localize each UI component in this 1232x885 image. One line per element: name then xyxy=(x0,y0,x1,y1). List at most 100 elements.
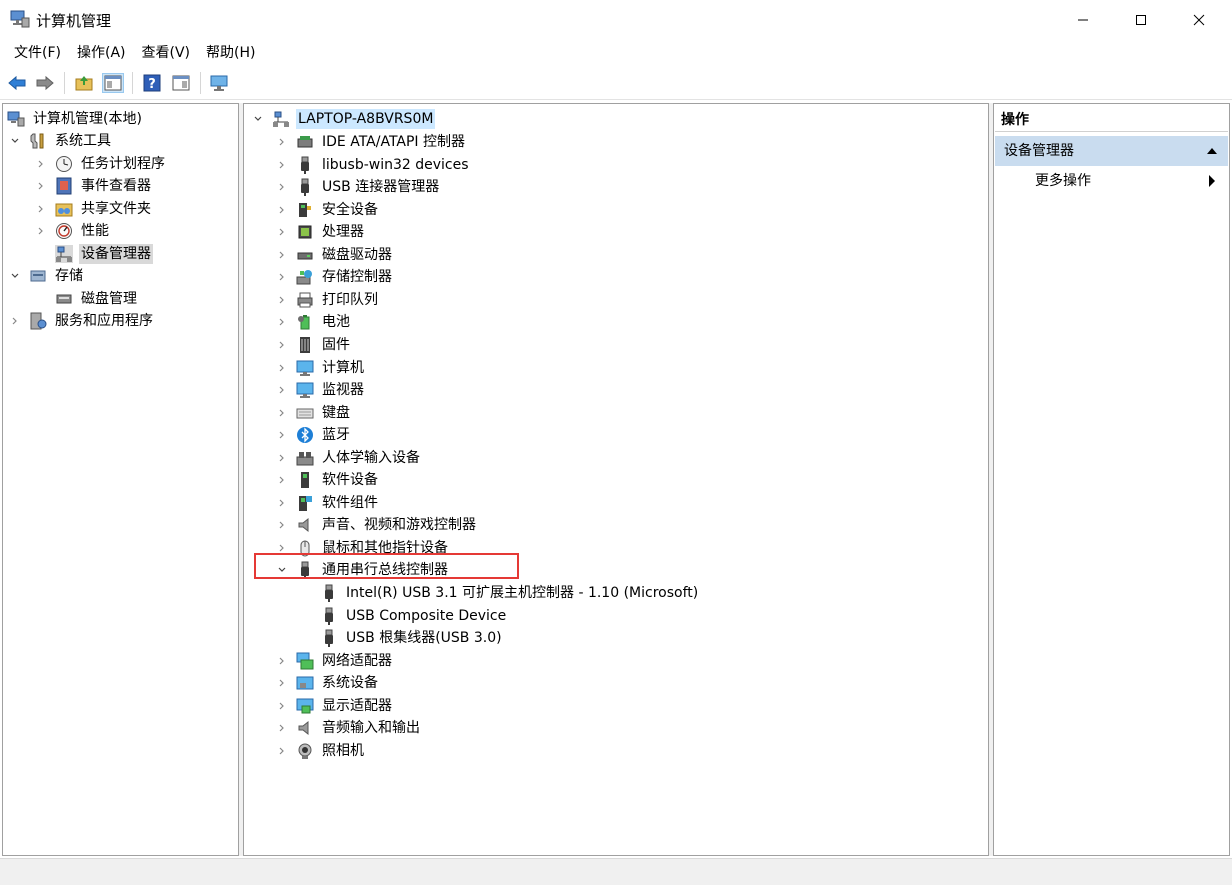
device-category[interactable]: IDE ATA/ATAPI 控制器 xyxy=(276,131,467,153)
chevron-right-icon[interactable] xyxy=(35,158,47,170)
device-category[interactable]: USB 连接器管理器 xyxy=(276,176,441,198)
device-category[interactable]: 打印队列 xyxy=(276,289,380,311)
device-category-label: 固件 xyxy=(322,337,350,353)
device-category[interactable]: 声音、视频和游戏控制器 xyxy=(276,514,478,536)
computer-view-icon[interactable] xyxy=(208,73,230,93)
chevron-right-icon[interactable] xyxy=(276,362,288,374)
device-category[interactable]: 固件 xyxy=(276,334,352,356)
chevron-right-icon[interactable] xyxy=(35,203,47,215)
device-category[interactable]: 电池 xyxy=(276,311,352,333)
chevron-down-icon[interactable] xyxy=(9,270,21,282)
more-actions-item[interactable]: 更多操作 xyxy=(995,168,1228,194)
device-category[interactable]: 键盘 xyxy=(276,402,352,424)
tree-item-shared-folders[interactable]: 共享文件夹 xyxy=(35,198,153,220)
show-hide-tree-icon[interactable] xyxy=(102,73,124,93)
maximize-button[interactable] xyxy=(1118,0,1164,40)
close-button[interactable] xyxy=(1176,0,1222,40)
device-category[interactable]: 蓝牙 xyxy=(276,424,352,446)
ide-controller-icon xyxy=(296,133,314,151)
device-category[interactable]: 软件组件 xyxy=(276,492,380,514)
menu-file[interactable]: 文件(F) xyxy=(6,40,69,66)
device-category[interactable]: libusb-win32 devices xyxy=(276,154,471,176)
chevron-right-icon[interactable] xyxy=(276,204,288,216)
device-item[interactable]: USB 根集线器(USB 3.0) xyxy=(320,627,504,649)
chevron-right-icon[interactable] xyxy=(276,339,288,351)
device-category-label: 安全设备 xyxy=(322,202,378,218)
chevron-right-icon[interactable] xyxy=(276,271,288,283)
tree-item-event-viewer[interactable]: 事件查看器 xyxy=(35,175,153,197)
chevron-right-icon[interactable] xyxy=(276,722,288,734)
chevron-right-icon[interactable] xyxy=(276,700,288,712)
tree-item-services-apps[interactable]: 服务和应用程序 xyxy=(9,310,155,332)
chevron-right-icon[interactable] xyxy=(276,159,288,171)
chevron-right-icon[interactable] xyxy=(276,249,288,261)
camera-icon xyxy=(296,742,314,760)
tree-item-system-tools[interactable]: 系统工具 xyxy=(9,130,113,152)
menu-view[interactable]: 查看(V) xyxy=(134,40,199,66)
chevron-right-icon[interactable] xyxy=(35,180,47,192)
chevron-right-icon[interactable] xyxy=(276,519,288,531)
chevron-right-icon[interactable] xyxy=(276,474,288,486)
minimize-button[interactable] xyxy=(1060,0,1106,40)
up-folder-icon[interactable] xyxy=(73,73,95,93)
tree-item-device-manager[interactable]: 设备管理器 xyxy=(35,243,153,265)
chevron-right-icon[interactable] xyxy=(276,226,288,238)
device-category[interactable]: 处理器 xyxy=(276,221,366,243)
console-tree-pane[interactable]: 计算机管理(本地) 系统工具 任务计划程序 事件查看器 共享文件夹 性能 设备管… xyxy=(2,103,239,856)
chevron-right-icon[interactable] xyxy=(276,497,288,509)
tree-item-label: 存储 xyxy=(55,268,83,284)
tree-item-task-scheduler[interactable]: 任务计划程序 xyxy=(35,153,167,175)
highlight-box xyxy=(254,553,519,579)
device-category[interactable]: 磁盘驱动器 xyxy=(276,244,394,266)
device-category[interactable]: 网络适配器 xyxy=(276,650,394,672)
tree-item-computer-management[interactable]: 计算机管理(本地) xyxy=(7,108,144,130)
device-category[interactable]: 音频输入和输出 xyxy=(276,717,422,739)
device-tree-pane[interactable]: LAPTOP-A8BVRS0M IDE ATA/ATAPI 控制器 libusb-… xyxy=(243,103,989,856)
menu-action[interactable]: 操作(A) xyxy=(69,40,134,66)
usb-plug-icon xyxy=(296,178,314,196)
device-category-label: 人体学输入设备 xyxy=(322,450,420,466)
device-category[interactable]: 安全设备 xyxy=(276,199,380,221)
chevron-right-icon[interactable] xyxy=(276,429,288,441)
menu-help[interactable]: 帮助(H) xyxy=(198,40,263,66)
device-category[interactable]: 计算机 xyxy=(276,357,366,379)
chevron-right-icon[interactable] xyxy=(276,655,288,667)
chevron-right-icon[interactable] xyxy=(276,677,288,689)
chevron-right-icon[interactable] xyxy=(276,384,288,396)
device-category[interactable]: 显示适配器 xyxy=(276,695,394,717)
chevron-right-icon[interactable] xyxy=(276,294,288,306)
device-category-label: 显示适配器 xyxy=(322,698,392,714)
actions-section-device-manager[interactable]: 设备管理器 xyxy=(995,136,1228,166)
device-category[interactable]: 存储控制器 xyxy=(276,266,394,288)
chevron-right-icon[interactable] xyxy=(276,407,288,419)
device-item[interactable]: Intel(R) USB 3.1 可扩展主机控制器 - 1.10 (Micros… xyxy=(320,582,700,604)
tree-item-performance[interactable]: 性能 xyxy=(35,220,111,242)
tree-item-disk-management[interactable]: 磁盘管理 xyxy=(35,288,139,310)
device-category-label: 系统设备 xyxy=(322,675,378,691)
device-category[interactable]: 软件设备 xyxy=(276,469,380,491)
device-item[interactable]: USB Composite Device xyxy=(320,605,508,627)
event-viewer-icon xyxy=(55,177,73,195)
printer-icon xyxy=(296,291,314,309)
firmware-icon xyxy=(296,336,314,354)
device-category[interactable]: 系统设备 xyxy=(276,672,380,694)
back-icon[interactable] xyxy=(6,73,28,93)
tree-item-storage[interactable]: 存储 xyxy=(9,265,85,287)
shared-folder-icon xyxy=(55,200,73,218)
chevron-right-icon[interactable] xyxy=(276,181,288,193)
device-category[interactable]: 照相机 xyxy=(276,740,366,762)
help-icon[interactable]: ? xyxy=(141,73,163,93)
device-category[interactable]: 监视器 xyxy=(276,379,366,401)
chevron-right-icon[interactable] xyxy=(35,225,47,237)
properties-icon[interactable] xyxy=(170,73,192,93)
device-tree-root[interactable]: LAPTOP-A8BVRS0M xyxy=(252,108,436,130)
chevron-right-icon[interactable] xyxy=(9,315,21,327)
chevron-right-icon[interactable] xyxy=(276,452,288,464)
chevron-right-icon[interactable] xyxy=(276,316,288,328)
chevron-right-icon[interactable] xyxy=(276,745,288,757)
chevron-down-icon[interactable] xyxy=(9,135,21,147)
device-category[interactable]: 人体学输入设备 xyxy=(276,447,422,469)
chevron-right-icon[interactable] xyxy=(276,136,288,148)
forward-icon[interactable] xyxy=(34,73,56,93)
chevron-down-icon[interactable] xyxy=(252,113,264,125)
